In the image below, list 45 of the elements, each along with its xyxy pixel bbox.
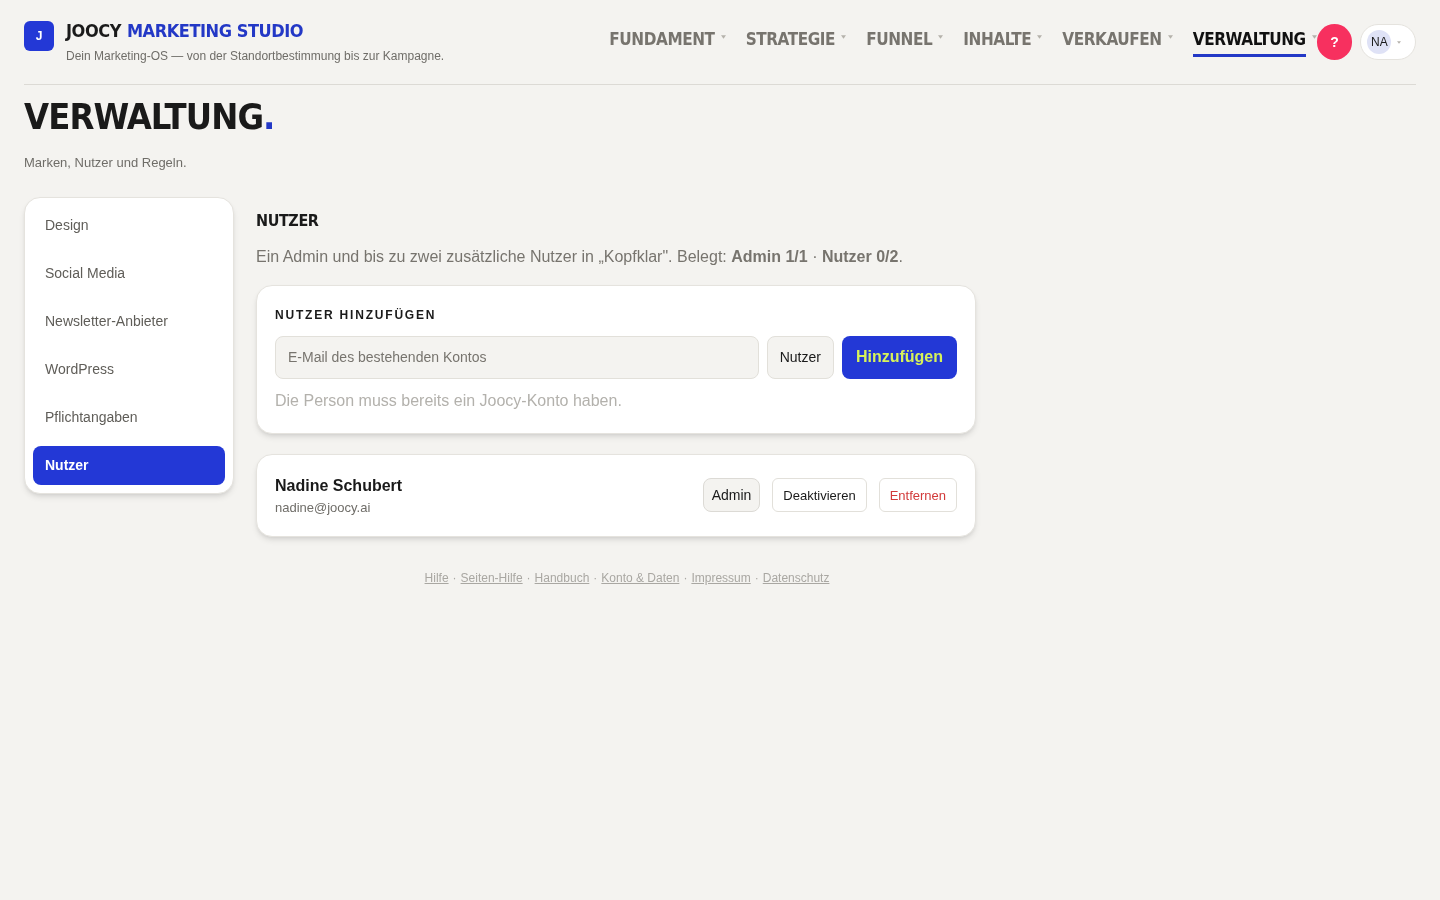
separator: · [683, 570, 688, 587]
brand-subtitle: MARKETING STUDIO [126, 19, 304, 43]
sidebar-item[interactable]: Social Media [33, 253, 225, 293]
nav-tab[interactable]: VERKAUFEN [1062, 26, 1162, 58]
caret-icon [1397, 40, 1402, 44]
card-heading: NUTZER HINZUFÜGEN [275, 306, 438, 324]
role-select[interactable]: Nutzer [766, 335, 834, 379]
nav-tab[interactable]: INHALTE [963, 26, 1032, 58]
user-name: Nadine Schubert [275, 475, 404, 496]
sidebar-item[interactable]: WordPress [33, 349, 225, 389]
role-select[interactable]: Admin [702, 478, 761, 513]
add-button[interactable]: Hinzufügen [841, 335, 957, 379]
logo-icon: J [24, 21, 54, 51]
email-field[interactable]: E-Mail des bestehenden Kontos [275, 335, 759, 379]
sidebar-item[interactable]: Design [33, 205, 225, 245]
avatar: NA [1367, 30, 1392, 54]
sidebar-item[interactable]: Pflichtangaben [33, 397, 225, 437]
nav-tab[interactable]: STRATEGIE [745, 26, 836, 58]
help-button[interactable]: ? [1316, 24, 1353, 60]
nav-tab[interactable]: VERWALTUNG [1192, 26, 1306, 58]
caret-icon [938, 34, 944, 39]
separator: · [526, 570, 531, 587]
section-description: Ein Admin und bis zu zwei zusätzliche Nutzer in „Kopfklar". Belegt: Admin 1/1 · Nutzer 0/2. [256, 246, 904, 267]
caret-icon [841, 34, 847, 39]
account-menu[interactable]: NA [1360, 24, 1416, 60]
hint-text: Die Person muss bereits ein Joocy-Konto haben. [275, 390, 623, 411]
page-subtitle: Marken, Nutzer und Regeln. [24, 154, 188, 172]
separator: · [452, 570, 457, 587]
section-title: NUTZER [256, 209, 320, 232]
remove-button[interactable]: Entfernen [878, 478, 957, 513]
caret-icon [1037, 34, 1043, 39]
tagline: Dein Marketing-OS — von der Standortbestimmung bis zur Kampagne. [66, 48, 445, 65]
sidebar-item[interactable]: Nutzer [33, 445, 225, 485]
user-email: nadine@joocy.ai [275, 498, 372, 517]
nav-tab[interactable]: FUNNEL [866, 26, 933, 58]
page-title: VERWALTUNG. [24, 97, 275, 137]
separator: · [593, 570, 598, 587]
nav-tab[interactable]: FUNDAMENT [609, 26, 715, 58]
caret-icon [1311, 34, 1317, 39]
caret-icon [1167, 34, 1173, 39]
sidebar-item[interactable]: Newsletter-Anbieter [33, 301, 225, 341]
brand-name: JOOCY [66, 19, 121, 43]
separator: · [754, 570, 759, 587]
deactivate-button[interactable]: Deaktivieren [772, 478, 867, 513]
caret-icon [720, 34, 726, 39]
